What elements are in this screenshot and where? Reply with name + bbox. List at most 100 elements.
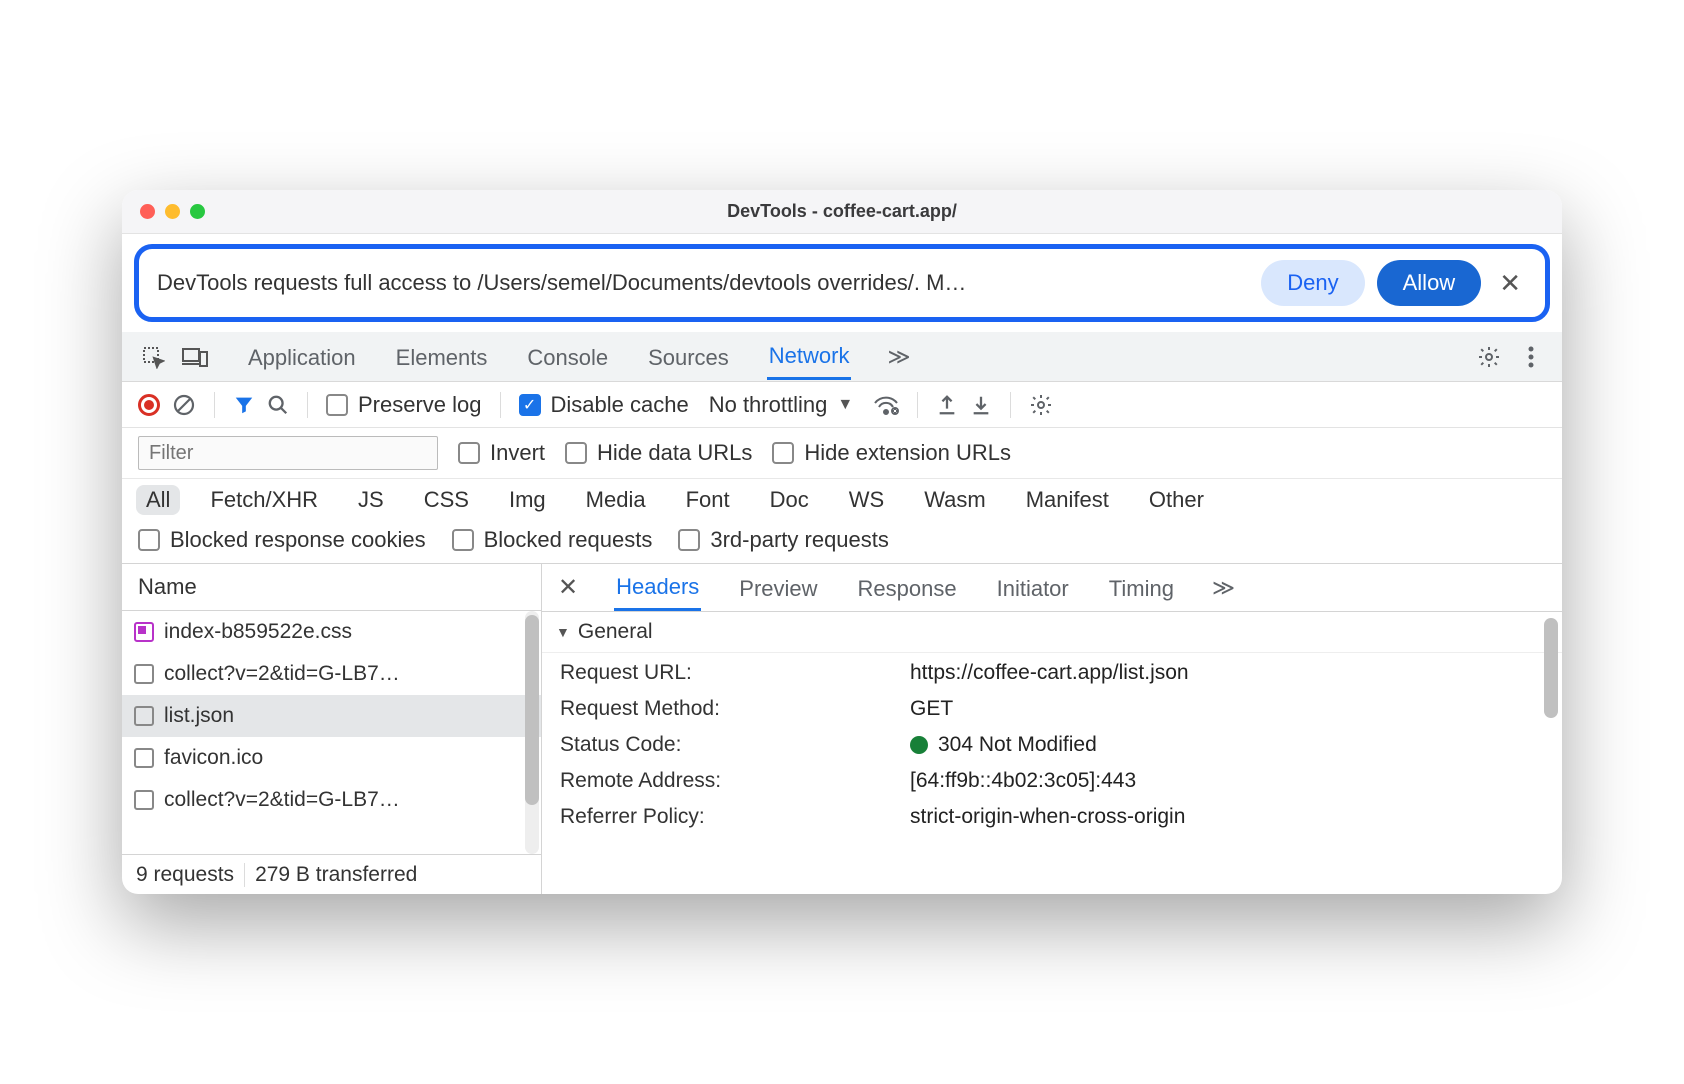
filter-input[interactable]: [138, 436, 438, 470]
row-checkbox-icon: [134, 706, 154, 726]
filter-bar: Invert Hide data URLs Hide extension URL…: [122, 428, 1562, 479]
hide-ext-label: Hide extension URLs: [804, 440, 1011, 466]
download-icon[interactable]: [970, 394, 992, 416]
permission-banner-wrap: DevTools requests full access to /Users/…: [122, 234, 1562, 332]
blocked-req-checkbox[interactable]: [452, 529, 474, 551]
dtab-response[interactable]: Response: [856, 566, 959, 610]
upload-icon[interactable]: [936, 394, 958, 416]
list-scroll-thumb[interactable]: [525, 615, 539, 805]
kv-val: 304 Not Modified: [910, 733, 1097, 757]
override-icon: [134, 622, 154, 642]
type-wasm[interactable]: Wasm: [914, 485, 996, 515]
detail-tabbar: ✕ Headers Preview Response Initiator Tim…: [542, 564, 1562, 612]
close-detail-icon[interactable]: ✕: [558, 573, 578, 602]
clear-button[interactable]: [172, 393, 196, 417]
kv-row: Remote Address: [64:ff9b::4b02:3c05]:443: [560, 769, 1544, 793]
request-name: collect?v=2&tid=G-LB7…: [164, 662, 400, 686]
hide-ext-checkbox[interactable]: [772, 442, 794, 464]
general-section-header[interactable]: ▼ General: [542, 612, 1562, 653]
disable-cache-checkbox[interactable]: ✓: [519, 394, 541, 416]
tab-elements[interactable]: Elements: [394, 335, 490, 379]
hide-data-checkbox[interactable]: [565, 442, 587, 464]
third-party-label: 3rd-party requests: [710, 527, 889, 553]
hide-data-label: Hide data URLs: [597, 440, 752, 466]
type-img[interactable]: Img: [499, 485, 556, 515]
list-header-name[interactable]: Name: [122, 564, 541, 611]
kv-row: Request URL: https://coffee-cart.app/lis…: [560, 661, 1544, 685]
blocked-cookies-label: Blocked response cookies: [170, 527, 426, 553]
kv-row: Referrer Policy: strict-origin-when-cros…: [560, 805, 1544, 829]
disclosure-triangle-icon: ▼: [556, 624, 570, 640]
general-kv: Request URL: https://coffee-cart.app/lis…: [542, 653, 1562, 837]
row-checkbox-icon: [134, 664, 154, 684]
type-js[interactable]: JS: [348, 485, 394, 515]
more-tabs-icon[interactable]: ≫: [887, 344, 910, 370]
kv-key: Request Method:: [560, 697, 910, 721]
type-media[interactable]: Media: [576, 485, 656, 515]
request-row[interactable]: collect?v=2&tid=G-LB7…: [122, 779, 541, 821]
invert-checkbox[interactable]: [458, 442, 480, 464]
dtab-preview[interactable]: Preview: [737, 566, 819, 610]
type-ws[interactable]: WS: [839, 485, 894, 515]
invert-label: Invert: [490, 440, 545, 466]
type-other[interactable]: Other: [1139, 485, 1214, 515]
type-manifest[interactable]: Manifest: [1016, 485, 1119, 515]
dtab-timing[interactable]: Timing: [1107, 566, 1176, 610]
request-row[interactable]: favicon.ico: [122, 737, 541, 779]
deny-button[interactable]: Deny: [1261, 260, 1364, 306]
network-conditions-icon[interactable]: [873, 394, 899, 416]
tab-sources[interactable]: Sources: [646, 335, 731, 379]
tab-console[interactable]: Console: [525, 335, 610, 379]
filter-icon[interactable]: [233, 394, 255, 416]
panel-tabbar: Application Elements Console Sources Net…: [122, 332, 1562, 382]
tab-application[interactable]: Application: [246, 335, 358, 379]
type-font[interactable]: Font: [676, 485, 740, 515]
third-party-checkbox[interactable]: [678, 529, 700, 551]
preserve-log-label: Preserve log: [358, 392, 482, 418]
devtools-window: DevTools - coffee-cart.app/ DevTools req…: [122, 190, 1562, 894]
blocked-cookies-checkbox[interactable]: [138, 529, 160, 551]
kv-key: Remote Address:: [560, 769, 910, 793]
kv-val: GET: [910, 697, 953, 721]
preserve-log-toggle[interactable]: Preserve log: [326, 392, 482, 418]
type-filter-row: All Fetch/XHR JS CSS Img Media Font Doc …: [122, 479, 1562, 521]
more-detail-tabs-icon[interactable]: ≫: [1212, 575, 1235, 601]
allow-button[interactable]: Allow: [1377, 260, 1482, 306]
dtab-headers[interactable]: Headers: [614, 564, 701, 611]
kv-key: Request URL:: [560, 661, 910, 685]
settings-icon[interactable]: [1472, 340, 1506, 374]
throttling-select[interactable]: No throttling ▼: [709, 392, 853, 418]
kebab-menu-icon[interactable]: [1514, 340, 1548, 374]
blocked-cookies-toggle[interactable]: Blocked response cookies: [138, 527, 426, 553]
search-icon[interactable]: [267, 394, 289, 416]
request-list: Name index-b859522e.css collect?v=2&tid=…: [122, 564, 542, 894]
record-button[interactable]: [138, 394, 160, 416]
close-banner-icon[interactable]: ✕: [1493, 268, 1527, 299]
type-css[interactable]: CSS: [414, 485, 479, 515]
type-doc[interactable]: Doc: [760, 485, 819, 515]
disable-cache-toggle[interactable]: ✓ Disable cache: [519, 392, 689, 418]
request-row[interactable]: index-b859522e.css: [122, 611, 541, 653]
request-row[interactable]: collect?v=2&tid=G-LB7…: [122, 653, 541, 695]
request-list-body: index-b859522e.css collect?v=2&tid=G-LB7…: [122, 611, 541, 854]
type-fetch[interactable]: Fetch/XHR: [200, 485, 328, 515]
detail-scroll-thumb[interactable]: [1544, 618, 1558, 718]
type-all[interactable]: All: [136, 485, 180, 515]
kv-key: Referrer Policy:: [560, 805, 910, 829]
blocked-req-toggle[interactable]: Blocked requests: [452, 527, 653, 553]
inspect-icon[interactable]: [136, 340, 170, 374]
tab-network[interactable]: Network: [767, 333, 852, 380]
request-row[interactable]: list.json: [122, 695, 541, 737]
row-checkbox-icon: [134, 790, 154, 810]
invert-toggle[interactable]: Invert: [458, 440, 545, 466]
hide-ext-toggle[interactable]: Hide extension URLs: [772, 440, 1011, 466]
dtab-initiator[interactable]: Initiator: [995, 566, 1071, 610]
third-party-toggle[interactable]: 3rd-party requests: [678, 527, 889, 553]
blocked-req-label: Blocked requests: [484, 527, 653, 553]
preserve-log-checkbox[interactable]: [326, 394, 348, 416]
hide-data-toggle[interactable]: Hide data URLs: [565, 440, 752, 466]
network-settings-icon[interactable]: [1029, 393, 1053, 417]
titlebar: DevTools - coffee-cart.app/: [122, 190, 1562, 234]
transferred-size: 279 B transferred: [255, 863, 417, 887]
device-toggle-icon[interactable]: [178, 340, 212, 374]
